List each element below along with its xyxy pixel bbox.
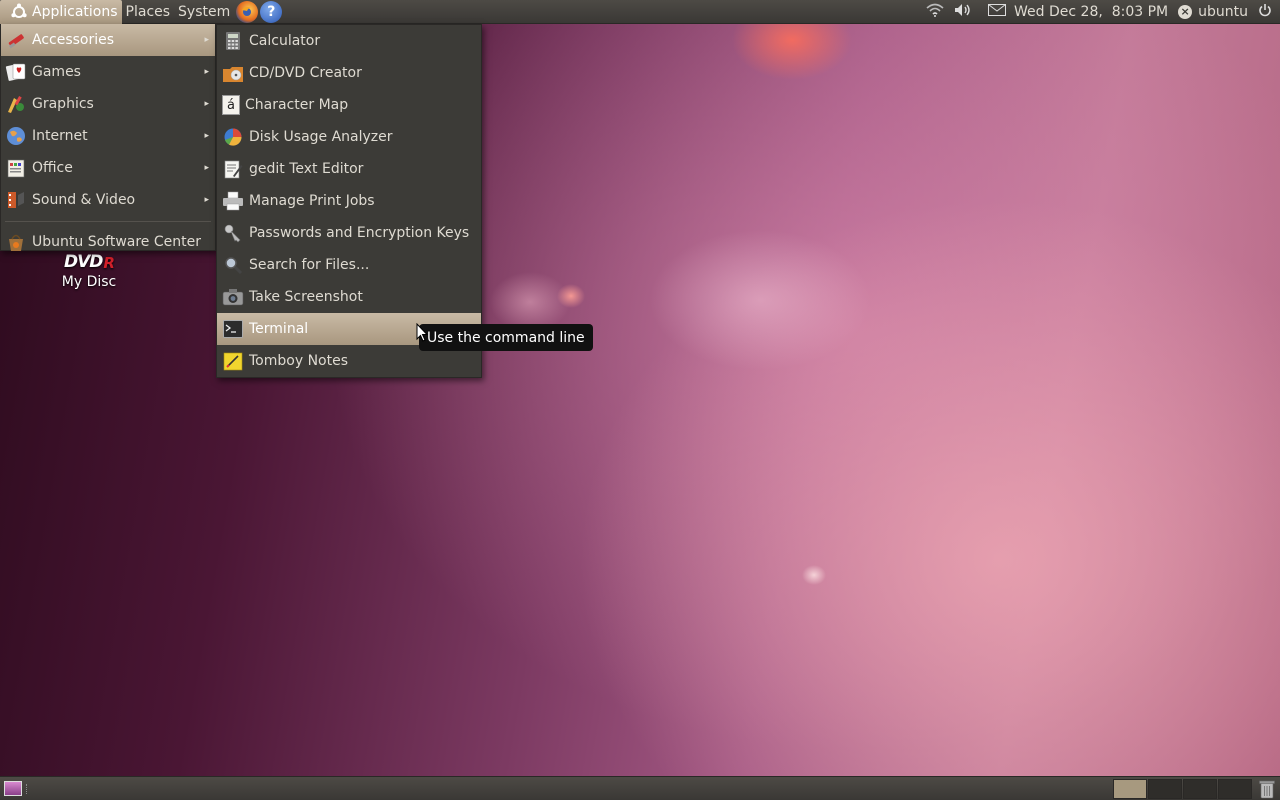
terminal-icon [222, 318, 244, 340]
wifi-icon[interactable] [926, 3, 944, 21]
applications-menu-label: Applications [32, 3, 118, 20]
places-menu-label: Places [125, 3, 171, 20]
workspace-3[interactable] [1183, 779, 1217, 799]
menu-item-ubuntu-software-center[interactable]: Ubuntu Software Center [1, 226, 215, 258]
submenu-arrow-icon: ▸ [204, 195, 209, 205]
office-icon [4, 156, 28, 180]
games-icon [4, 60, 28, 84]
system-menu[interactable]: System [174, 0, 234, 24]
workspace-4[interactable] [1218, 779, 1252, 799]
user-status-icon: × [1178, 5, 1193, 19]
menu-item-search-for-files[interactable]: Search for Files... [217, 249, 481, 281]
applications-dropdown: Accessories ▸ Games ▸ Graphics ▸ Interne… [0, 24, 216, 251]
desktop-icon-label: My Disc [61, 274, 117, 290]
menu-item-accessories[interactable]: Accessories ▸ [1, 24, 215, 56]
disk-usage-icon [222, 126, 244, 148]
help-icon[interactable]: ? [260, 0, 283, 23]
submenu-arrow-icon: ▸ [204, 99, 209, 109]
system-menu-label: System [178, 3, 231, 20]
volume-icon[interactable] [954, 3, 972, 21]
panel-grip-icon[interactable] [26, 784, 30, 794]
menu-item-graphics[interactable]: Graphics ▸ [1, 88, 215, 120]
places-menu[interactable]: Places [122, 0, 175, 24]
internet-icon [4, 124, 28, 148]
menu-item-manage-print-jobs[interactable]: Manage Print Jobs [217, 185, 481, 217]
system-tray: Wed Dec 28, 8:03 PM × ubuntu [926, 0, 1280, 24]
menu-item-take-screenshot[interactable]: Take Screenshot [217, 281, 481, 313]
workspace-2[interactable] [1148, 779, 1182, 799]
menu-item-disk-usage-analyzer[interactable]: Disk Usage Analyzer [217, 121, 481, 153]
submenu-arrow-icon: ▸ [204, 35, 209, 45]
menu-item-games[interactable]: Games ▸ [1, 56, 215, 88]
workspace-switcher[interactable] [1112, 779, 1252, 799]
firefox-icon[interactable] [236, 0, 259, 23]
top-panel: Applications Places System ? Wed Dec 28,… [0, 0, 1280, 24]
trash-icon[interactable] [1258, 779, 1276, 799]
user-name: ubuntu [1198, 4, 1248, 20]
search-icon [222, 254, 244, 276]
menu-item-sound-video[interactable]: Sound & Video ▸ [1, 184, 215, 216]
user-menu[interactable]: × ubuntu [1178, 4, 1248, 20]
submenu-arrow-icon: ▸ [204, 67, 209, 77]
notes-icon [222, 350, 244, 372]
cd-dvd-creator-icon [222, 62, 244, 84]
applications-menu[interactable]: Applications [0, 0, 122, 24]
menu-item-internet[interactable]: Internet ▸ [1, 120, 215, 152]
power-icon[interactable] [1258, 3, 1272, 21]
tooltip: Use the command line [419, 324, 593, 351]
bottom-panel [0, 776, 1280, 800]
character-map-icon: á [222, 95, 240, 115]
menu-item-gedit-text-editor[interactable]: gedit Text Editor [217, 153, 481, 185]
text-editor-icon [222, 158, 244, 180]
graphics-icon [4, 92, 28, 116]
submenu-arrow-icon: ▸ [204, 163, 209, 173]
menu-separator [5, 221, 211, 222]
sound-video-icon [4, 188, 28, 212]
submenu-arrow-icon: ▸ [204, 131, 209, 141]
accessories-icon [4, 28, 28, 52]
mail-icon[interactable] [988, 4, 1007, 20]
menu-item-character-map[interactable]: á Character Map [217, 89, 481, 121]
show-desktop-icon[interactable] [4, 781, 22, 796]
menu-item-cd-dvd-creator[interactable]: CD/DVD Creator [217, 57, 481, 89]
calculator-icon [222, 30, 244, 52]
printer-icon [222, 190, 244, 212]
clock[interactable]: Wed Dec 28, 8:03 PM [1014, 4, 1168, 20]
menu-item-office[interactable]: Office ▸ [1, 152, 215, 184]
workspace-1[interactable] [1113, 779, 1147, 799]
menu-item-passwords-keys[interactable]: Passwords and Encryption Keys [217, 217, 481, 249]
ubuntu-logo-icon [10, 3, 28, 21]
software-center-icon [4, 230, 28, 254]
camera-icon [222, 286, 244, 308]
mouse-cursor-icon [416, 323, 428, 342]
keys-icon [222, 222, 244, 244]
menu-item-calculator[interactable]: Calculator [217, 25, 481, 57]
